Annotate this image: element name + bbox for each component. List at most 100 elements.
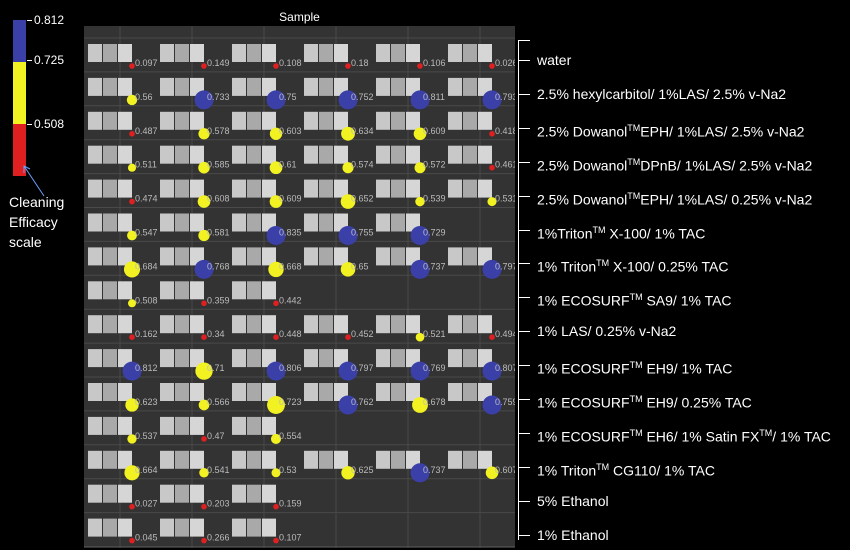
cleaning-efficacy-scale-bar: [13, 20, 26, 176]
sample-thumbnail: [448, 44, 462, 62]
sample-thumbnail: [319, 111, 333, 130]
sample-thumbnail: [262, 518, 276, 537]
sample-thumbnail: [103, 44, 117, 62]
efficacy-dot: [201, 63, 207, 69]
sample-thumbnail: [448, 77, 462, 96]
sample-thumbnail: [232, 416, 246, 435]
scale-segment-high: [13, 20, 26, 62]
sample-thumbnail: [118, 518, 132, 537]
scale-tick-mark: [27, 60, 32, 61]
sample-thumbnail: [190, 179, 204, 198]
row-label: 1% Ethanol: [537, 526, 609, 543]
row-tick-mark: [518, 297, 530, 299]
sample-thumbnail: [232, 77, 246, 96]
row-tick-mark: [518, 432, 530, 434]
efficacy-value-label: 0.625: [351, 465, 374, 475]
trademark-superscript: TM: [596, 258, 610, 269]
scale-value-middle: 0.725: [34, 53, 65, 67]
sample-thumbnail: [376, 44, 390, 62]
sample-thumbnail: [478, 315, 492, 334]
sample-thumbnail: [160, 416, 174, 435]
scale-tick-mark: [27, 124, 32, 125]
sample-thumbnail: [247, 44, 261, 62]
row-tick-mark: [518, 466, 530, 468]
sample-thumbnail: [175, 484, 189, 503]
sample-thumbnail: [88, 416, 102, 435]
efficacy-value-label: 0.266: [207, 533, 230, 543]
sample-thumbnail: [88, 383, 102, 401]
sample-thumbnail: [175, 44, 189, 62]
scale-caption-line: Cleaning: [9, 194, 65, 210]
sample-thumbnail: [118, 383, 132, 401]
sample-thumbnail: [88, 484, 102, 503]
sample-thumbnail: [319, 247, 333, 266]
efficacy-value-label: 0.759: [495, 397, 515, 407]
sample-thumbnail: [103, 383, 117, 401]
sample-thumbnail: [247, 247, 261, 266]
trademark-superscript: TM: [592, 224, 606, 235]
sample-thumbnail: [304, 349, 318, 368]
sample-thumbnail: [247, 179, 261, 198]
scale-segment-mid: [13, 62, 26, 124]
sample-thumbnail: [334, 145, 348, 164]
sample-thumbnail: [304, 383, 318, 401]
efficacy-value-label: 0.34: [207, 329, 225, 339]
sample-thumbnail: [190, 450, 204, 469]
sample-thumbnail: [118, 179, 132, 198]
sample-thumbnail: [232, 484, 246, 503]
efficacy-dot: [489, 164, 495, 171]
sample-thumbnail: [304, 450, 318, 469]
sample-thumbnail: [448, 349, 462, 368]
efficacy-dot: [201, 334, 207, 341]
sample-thumbnail: [190, 44, 204, 62]
sample-thumbnail: [175, 111, 189, 130]
sample-thumbnail: [232, 44, 246, 62]
efficacy-value-label: 0.494: [495, 329, 515, 339]
efficacy-value-label: 0.585: [207, 160, 230, 170]
sample-thumbnail: [391, 111, 405, 130]
row-label: 1% ECOSURFTM EH6/ 1% Satin FXTM/ 1% TAC: [537, 427, 831, 445]
sample-thumbnail: [478, 44, 492, 62]
efficacy-dot: [129, 131, 135, 137]
sample-thumbnail: [376, 349, 390, 368]
trademark-superscript: TM: [759, 427, 773, 438]
efficacy-value-label: 0.807: [495, 363, 515, 373]
efficacy-value-label: 0.797: [495, 261, 515, 271]
sample-thumbnail: [175, 179, 189, 198]
sample-thumbnail: [463, 349, 477, 368]
sample-thumbnail: [103, 213, 117, 232]
sample-thumbnail: [88, 518, 102, 537]
efficacy-dot: [201, 503, 207, 510]
efficacy-value-label: 0.149: [207, 58, 230, 68]
sample-thumbnail: [160, 44, 174, 62]
sample-thumbnail: [160, 383, 174, 401]
efficacy-value-label: 0.531: [495, 194, 515, 204]
efficacy-value-label: 0.359: [207, 295, 230, 305]
sample-thumbnail: [406, 179, 420, 198]
sample-thumbnail: [232, 145, 246, 164]
efficacy-value-label: 0.539: [423, 194, 446, 204]
scale-caption-line: scale: [9, 234, 42, 250]
sample-thumbnail: [391, 213, 405, 232]
efficacy-value-label: 0.547: [135, 228, 158, 238]
sample-thumbnail: [190, 383, 204, 401]
efficacy-dot: [273, 503, 279, 510]
efficacy-value-label: 0.461: [495, 160, 515, 170]
efficacy-value-label: 0.47: [207, 431, 225, 441]
efficacy-dot: [273, 334, 279, 341]
sample-thumbnail: [334, 44, 348, 62]
sample-thumbnail: [232, 213, 246, 232]
sample-grid-chart: 0.097 0.149 0.108 0.18 0.106 0.026 0.56 0.733 0.…: [84, 26, 515, 548]
efficacy-value-label: 0.56: [135, 92, 153, 102]
sample-thumbnail: [448, 247, 462, 266]
sample-thumbnail: [391, 77, 405, 96]
sample-thumbnail: [160, 450, 174, 469]
efficacy-value-label: 0.474: [135, 194, 158, 204]
sample-thumbnail: [175, 416, 189, 435]
sample-thumbnail: [160, 111, 174, 130]
efficacy-value-label: 0.106: [423, 58, 446, 68]
sample-thumbnail: [118, 44, 132, 62]
efficacy-value-label: 0.762: [351, 397, 374, 407]
sample-thumbnail: [88, 179, 102, 198]
sample-thumbnail: [175, 518, 189, 537]
